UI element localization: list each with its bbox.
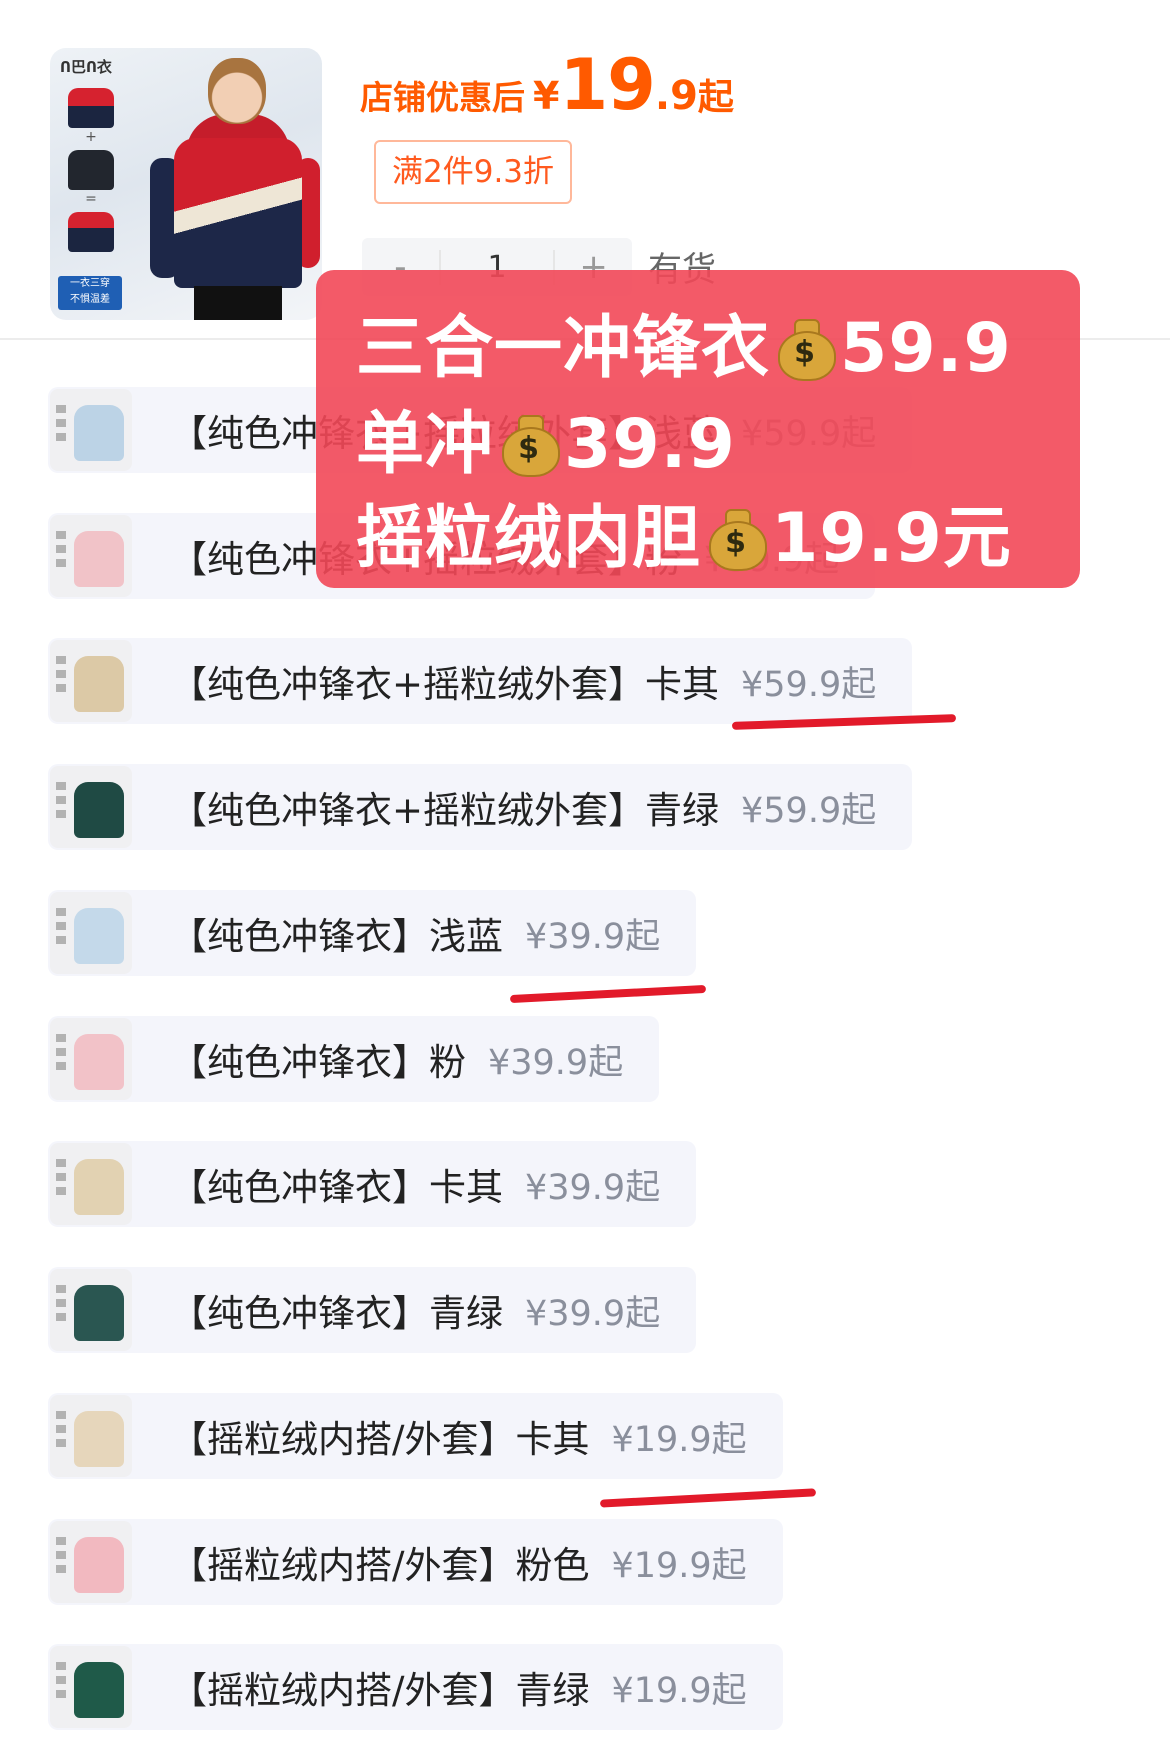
plus-sign: + (85, 129, 97, 145)
sku-thumbnail (50, 389, 132, 471)
sku-label: 【摇粒绒内搭/外套】青绿 (170, 1669, 590, 1712)
sku-thumbnail (50, 1521, 132, 1603)
inner-fleece-icon (68, 150, 114, 190)
sku-price: ¥39.9起 (525, 1167, 661, 1208)
promo-tag[interactable]: 满2件9.3折 (374, 140, 573, 204)
annotation-underline-3 (599, 1488, 817, 1508)
sku-option[interactable]: 【纯色冲锋衣+摇粒绒外套】青绿 ¥59.9起 (48, 764, 913, 850)
overlay-price-2: 39.9 (564, 405, 736, 484)
sku-label: 【纯色冲锋衣】卡其 (170, 1166, 503, 1209)
overlay-price-3: 19.9元 (771, 499, 1012, 578)
sku-thumbnail (50, 640, 132, 722)
sku-label: 【纯色冲锋衣】浅蓝 (170, 915, 503, 958)
overlay-item-3: 摇粒绒内胆 (356, 499, 702, 578)
sku-thumbnail (50, 1269, 132, 1351)
sku-option[interactable]: 【纯色冲锋衣】青绿 ¥39.9起 (48, 1267, 697, 1353)
sku-thumbnail (50, 1395, 132, 1477)
sku-price: ¥59.9起 (741, 790, 877, 831)
price-decimal: .9 (654, 73, 698, 119)
price-suffix: 起 (697, 77, 734, 118)
overlay-price-1: 59.9 (840, 309, 1012, 388)
price-label: 店铺优惠后 (360, 78, 525, 117)
sku-thumbnail (50, 892, 132, 974)
sku-label: 【纯色冲锋衣+摇粒绒外套】青绿 (170, 789, 720, 832)
sku-thumbnail (50, 1143, 132, 1225)
sku-option[interactable]: 【纯色冲锋衣+摇粒绒外套】卡其 ¥59.9起 (48, 638, 913, 724)
sku-option[interactable]: 【摇粒绒内搭/外套】卡其 ¥19.9起 (48, 1393, 783, 1479)
sku-label: 【纯色冲锋衣】青绿 (170, 1292, 503, 1335)
sku-thumbnail (50, 1646, 132, 1728)
sku-price: ¥19.9起 (611, 1545, 747, 1586)
sku-label: 【摇粒绒内搭/外套】粉色 (170, 1544, 590, 1587)
sku-option[interactable]: 【纯色冲锋衣】卡其 ¥39.9起 (48, 1141, 697, 1227)
sku-price: ¥39.9起 (525, 916, 661, 957)
sku-label: 【纯色冲锋衣】粉 (170, 1041, 466, 1084)
sku-price: ¥39.9起 (488, 1042, 624, 1083)
sku-option[interactable]: 【纯色冲锋衣】粉 ¥39.9起 (48, 1016, 660, 1102)
outer-jacket-icon (68, 88, 114, 128)
sku-price: ¥19.9起 (611, 1419, 747, 1460)
moneybag-icon: $ (776, 315, 837, 381)
sku-option[interactable]: 【摇粒绒内搭/外套】青绿 ¥19.9起 (48, 1644, 783, 1730)
sku-option[interactable]: 【纯色冲锋衣】浅蓝 ¥39.9起 (48, 890, 697, 976)
sku-price: ¥19.9起 (611, 1670, 747, 1711)
sku-price: ¥39.9起 (525, 1293, 661, 1334)
overlay-line-1: 三合一冲锋衣 $59.9 (356, 292, 1012, 391)
sku-label: 【摇粒绒内搭/外套】卡其 (170, 1418, 590, 1461)
moneybag-icon: $ (500, 411, 561, 477)
sku-label: 【纯色冲锋衣+摇粒绒外套】卡其 (170, 663, 720, 706)
thumb-feature-tag: 一衣三穿 不惧温差 (58, 276, 122, 310)
sku-price: ¥59.9起 (741, 664, 877, 705)
overlay-item-1: 三合一冲锋衣 (356, 309, 771, 388)
overlay-item-2: 单冲 (356, 405, 495, 484)
discount-price: 店铺优惠后 ¥19.9起 (360, 44, 734, 126)
sku-option[interactable]: 【摇粒绒内搭/外套】粉色 ¥19.9起 (48, 1519, 783, 1605)
sku-thumbnail (50, 515, 132, 597)
equals-sign: = (85, 191, 97, 207)
brand-logo: Ո巴Ո衣 (60, 58, 112, 76)
price-integer: 19 (559, 44, 655, 126)
overlay-line-3: 摇粒绒内胆 $19.9元 (356, 482, 1012, 581)
three-in-one-legend: + = (60, 82, 126, 254)
combined-jacket-icon (68, 212, 114, 252)
price-currency: ¥ (533, 74, 560, 118)
sku-thumbnail (50, 1018, 132, 1100)
overlay-line-2: 单冲 $39.9 (356, 388, 736, 487)
moneybag-icon: $ (707, 505, 768, 571)
annotation-underline-2 (509, 984, 707, 1004)
price-summary-overlay: 三合一冲锋衣 $59.9 单冲 $39.9 摇粒绒内胆 $19.9元 (316, 270, 1080, 588)
sku-thumbnail (50, 766, 132, 848)
product-image[interactable]: Ո巴Ո衣 + = 一衣三穿 不惧温差 (50, 48, 322, 320)
model-kid-illustration (150, 58, 320, 320)
